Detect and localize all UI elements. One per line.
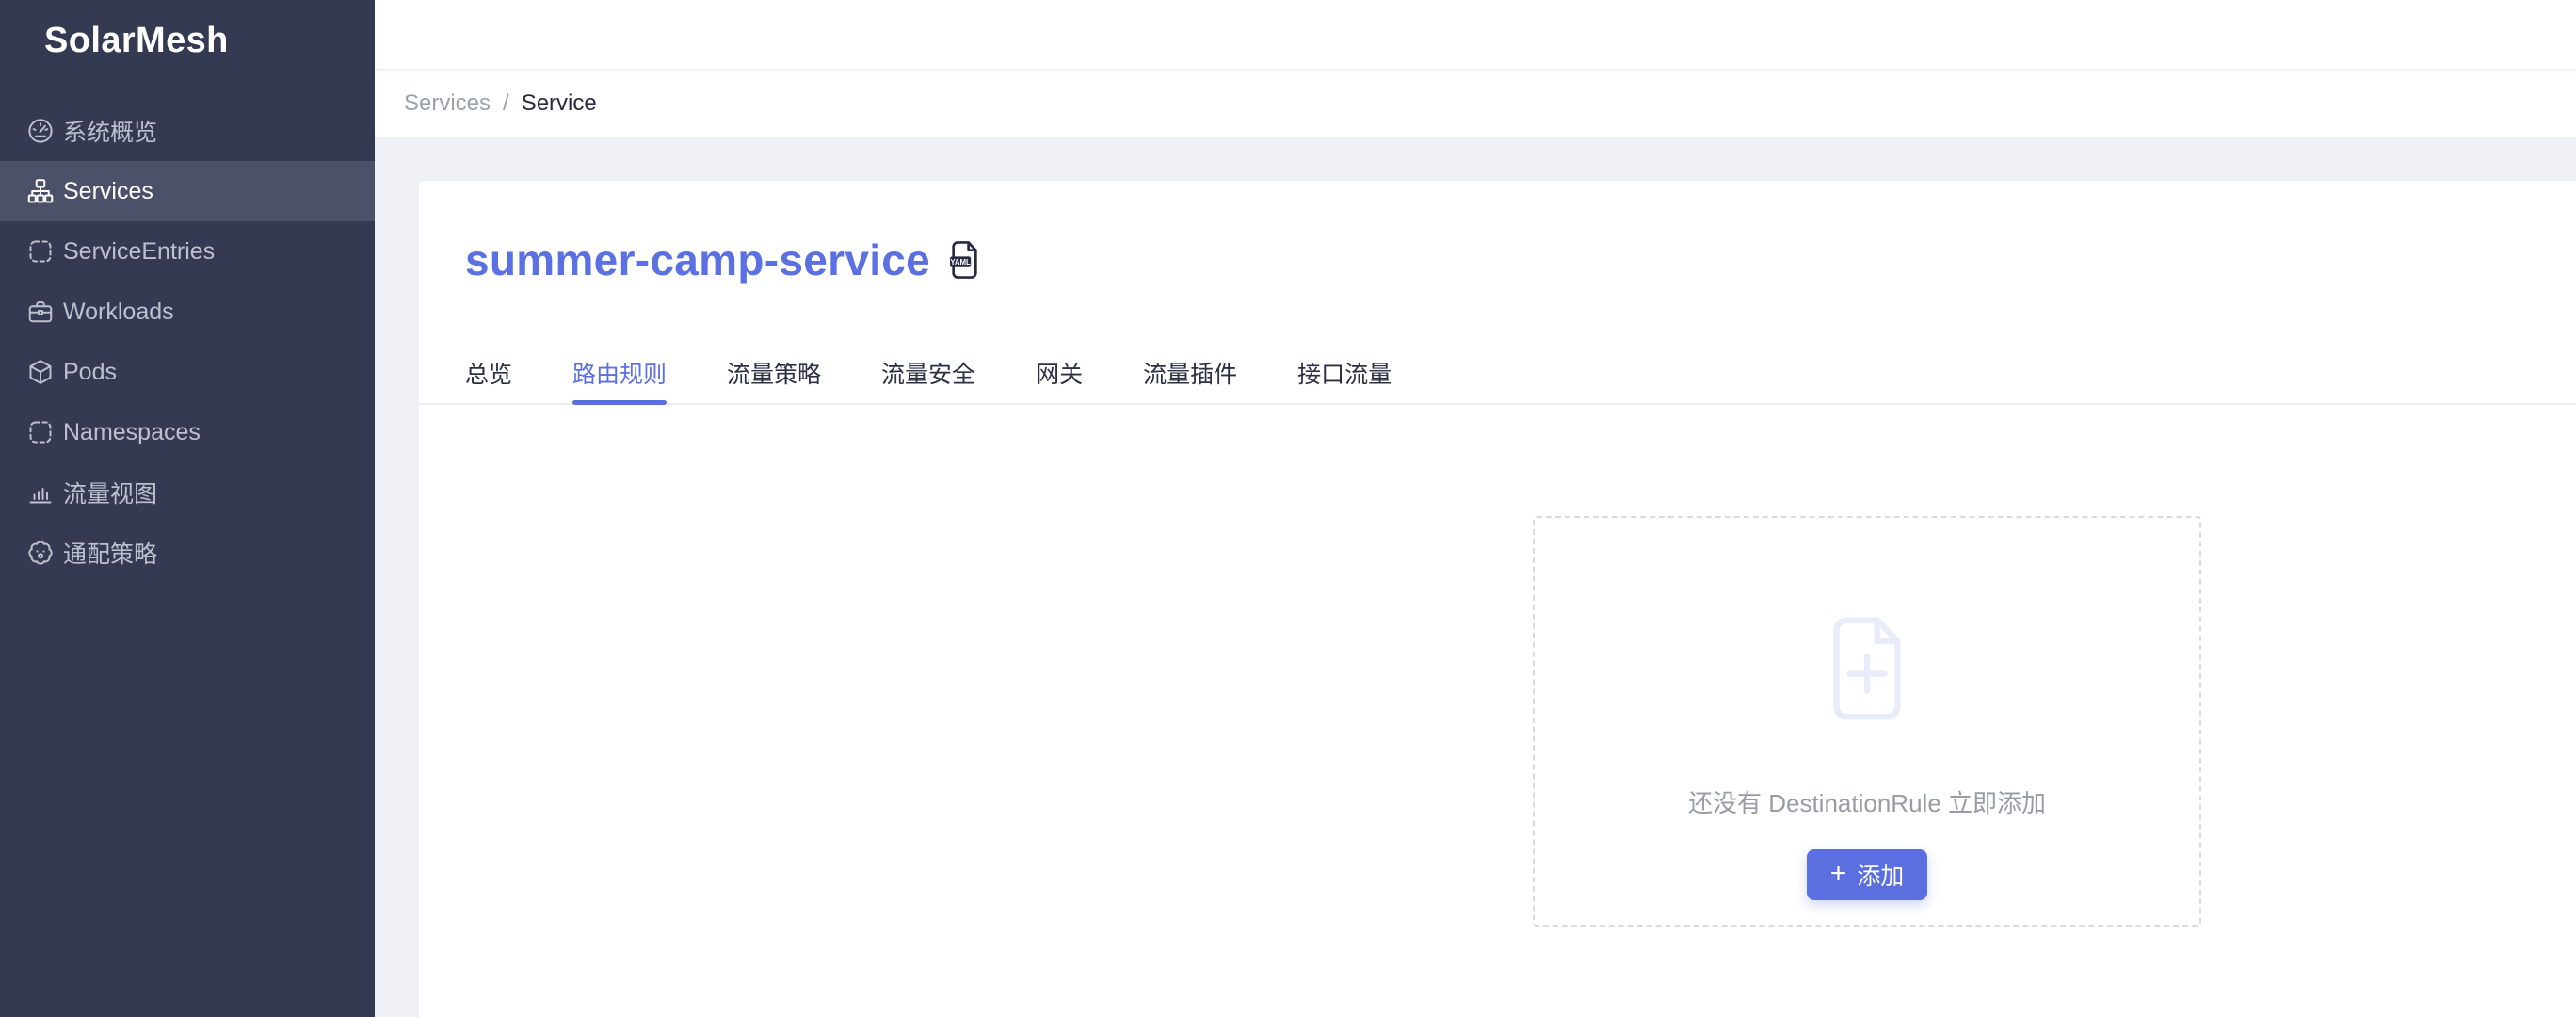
gauge-icon [26,117,55,145]
service-detail-card: summer-camp-service YAML 总览 路由规则 流量策略 流量安全 网… [419,181,2576,1017]
top-header-bar [375,0,2576,69]
content-area: summer-camp-service YAML 总览 路由规则 流量策略 流量安全 网… [375,137,2576,1017]
breadcrumb: Services / Service [375,69,2576,137]
breadcrumb-separator: / [503,89,509,116]
dashed-square-icon [26,237,55,266]
sidebar-item-service-entries[interactable]: ServiceEntries [0,221,375,282]
app-root: SolarMesh 系统概览 Services ServiceEntries W… [0,0,2576,1017]
tab-bar: 总览 路由规则 流量策略 流量安全 网关 流量插件 接口流量 [419,361,2576,405]
tab-interface-traffic[interactable]: 接口流量 [1297,361,1392,403]
sidebar-item-traffic-view[interactable]: 流量视图 [0,462,375,523]
sidebar-item-pods[interactable]: Pods [0,342,375,402]
tab-traffic-security[interactable]: 流量安全 [881,361,975,403]
plus-icon: + [1829,857,1847,889]
svg-text:YAML: YAML [950,258,971,266]
tab-routing-rules[interactable]: 路由规则 [572,361,668,405]
page-title: summer-camp-service [465,235,931,284]
bar-chart-icon [26,478,55,507]
sidebar-item-label: Pods [63,358,117,385]
file-plus-icon [1818,610,1916,732]
sidebar-item-label: 通配策略 [63,541,158,568]
clover-icon [26,539,55,567]
sidebar-item-workloads[interactable]: Workloads [0,282,375,342]
sidebar-item-namespaces[interactable]: Namespaces [0,402,375,462]
tab-content: 还没有 DestinationRule 立即添加 + 添加 [419,405,2576,1017]
yaml-file-icon[interactable]: YAML [949,240,980,280]
tab-gateway[interactable]: 网关 [1036,361,1083,403]
dashed-square-icon [26,418,55,446]
empty-state-panel: 还没有 DestinationRule 立即添加 + 添加 [1533,516,2201,927]
empty-state-message: 还没有 DestinationRule 立即添加 [1688,789,2046,817]
sidebar-item-label: Services [63,177,153,204]
add-button-label: 添加 [1857,864,1905,890]
breadcrumb-current: Service [521,89,597,116]
breadcrumb-parent-link[interactable]: Services [404,90,491,117]
app-title: SolarMesh [44,21,229,60]
sidebar-item-label: Workloads [63,298,174,325]
sidebar-item-label: ServiceEntries [63,237,216,265]
sitemap-icon [26,177,55,205]
sidebar-item-wildcard-policy[interactable]: 通配策略 [0,523,375,583]
sidebar-item-label: 系统概览 [63,120,158,146]
tab-traffic-plugin[interactable]: 流量插件 [1143,361,1237,403]
tab-overview[interactable]: 总览 [465,361,512,403]
cube-icon [26,358,55,386]
sidebar-item-label: Namespaces [63,418,201,445]
sidebar-item-system-overview[interactable]: 系统概览 [0,101,375,161]
sidebar-item-services[interactable]: Services [0,161,375,221]
briefcase-icon [26,298,55,326]
sidebar: SolarMesh 系统概览 Services ServiceEntries W… [0,0,375,1017]
title-row: summer-camp-service YAML [419,181,2576,285]
sidebar-item-label: 流量视图 [63,481,158,508]
tab-traffic-policy[interactable]: 流量策略 [727,361,821,403]
add-destination-rule-button[interactable]: + 添加 [1807,849,1927,900]
main-area: Services / Service summer-camp-service Y… [375,0,2576,1017]
sidebar-menu: 系统概览 Services ServiceEntries Workloads P… [0,101,375,583]
